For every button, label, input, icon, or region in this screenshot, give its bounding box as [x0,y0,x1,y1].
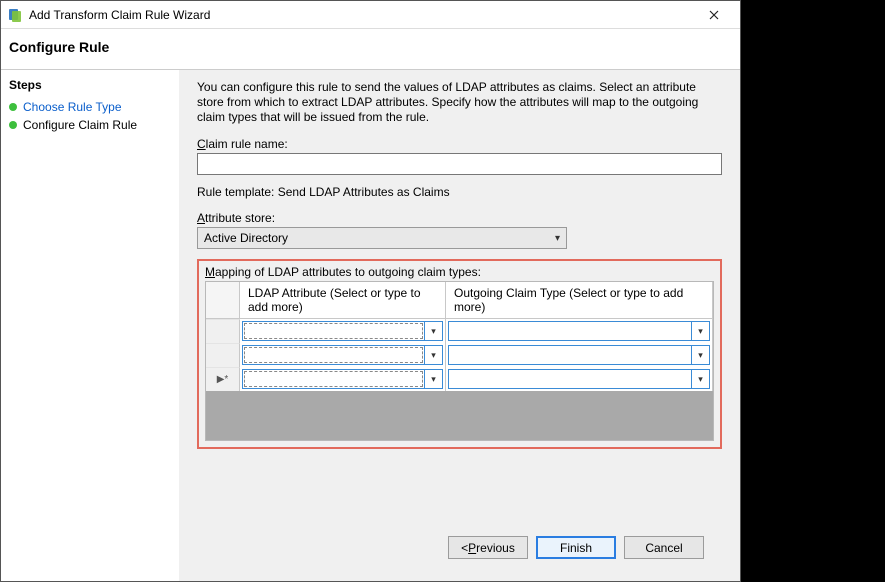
attribute-store-value: Active Directory [204,231,288,245]
cancel-button[interactable]: Cancel [624,536,704,559]
attribute-store-label: Attribute store: [197,211,722,225]
page-heading: Configure Rule [1,29,740,70]
ldap-attribute-combo[interactable]: ▾ [242,345,443,365]
grid-row: ▶* ▾ ▾ [206,367,713,391]
close-button[interactable] [694,1,734,29]
wizard-window: Add Transform Claim Rule Wizard Configur… [0,0,741,582]
grid-header: LDAP Attribute (Select or type to add mo… [206,282,713,319]
attribute-store-select[interactable]: Active Directory ▾ [197,227,567,249]
mapping-highlight: Mapping of LDAP attributes to outgoing c… [197,259,722,449]
previous-button[interactable]: < Previous [448,536,528,559]
main-panel: You can configure this rule to send the … [179,70,740,581]
chevron-down-icon: ▾ [691,322,709,340]
row-indicator[interactable]: ▶* [206,367,240,391]
grid-row: ▾ ▾ [206,343,713,367]
chevron-down-icon: ▾ [691,370,709,388]
steps-heading: Steps [9,78,171,92]
ldap-attribute-combo[interactable]: ▾ [242,369,443,389]
column-header-ldap: LDAP Attribute (Select or type to add mo… [240,282,446,319]
close-icon [709,10,719,20]
wizard-body: Steps Choose Rule Type Configure Claim R… [1,70,740,581]
chevron-down-icon: ▾ [555,233,560,244]
step-label: Choose Rule Type [23,100,122,114]
step-choose-rule-type[interactable]: Choose Rule Type [9,98,171,116]
step-label: Configure Claim Rule [23,118,137,132]
button-bar: < Previous Finish Cancel [197,524,722,573]
chevron-down-icon: ▾ [691,346,709,364]
rule-template-text: Rule template: Send LDAP Attributes as C… [197,185,722,199]
grid-empty-area [206,391,713,440]
grid-corner [206,282,240,319]
intro-text: You can configure this rule to send the … [197,80,722,125]
titlebar: Add Transform Claim Rule Wizard [1,1,740,29]
step-bullet-icon [9,121,17,129]
row-indicator[interactable] [206,319,240,343]
steps-sidebar: Steps Choose Rule Type Configure Claim R… [1,70,179,581]
outgoing-claim-combo[interactable]: ▾ [448,345,710,365]
step-bullet-icon [9,103,17,111]
ldap-attribute-combo[interactable]: ▾ [242,321,443,341]
window-title: Add Transform Claim Rule Wizard [29,8,210,22]
column-header-claim: Outgoing Claim Type (Select or type to a… [446,282,713,319]
chevron-down-icon: ▾ [424,322,442,340]
chevron-down-icon: ▾ [424,346,442,364]
mapping-label: Mapping of LDAP attributes to outgoing c… [205,265,714,279]
step-configure-claim-rule: Configure Claim Rule [9,116,171,134]
outgoing-claim-combo[interactable]: ▾ [448,369,710,389]
chevron-down-icon: ▾ [424,370,442,388]
outgoing-claim-combo[interactable]: ▾ [448,321,710,341]
grid-row: ▾ ▾ [206,319,713,343]
mapping-grid: LDAP Attribute (Select or type to add mo… [205,281,714,441]
app-icon [7,7,23,23]
claim-rule-name-input[interactable] [197,153,722,175]
row-indicator[interactable] [206,343,240,367]
claim-rule-name-label: Claim rule name: [197,137,722,151]
finish-button[interactable]: Finish [536,536,616,559]
